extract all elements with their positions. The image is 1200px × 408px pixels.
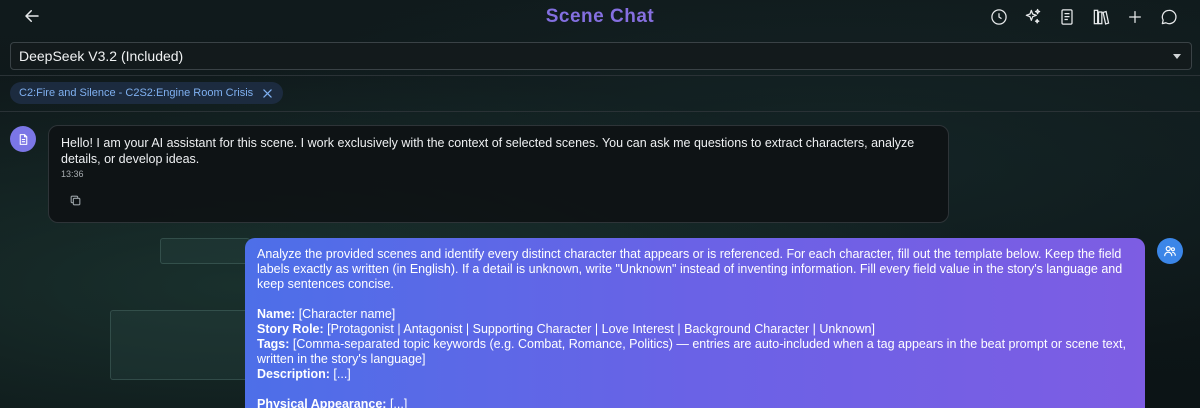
template-field: Description: [...] (257, 367, 1133, 382)
new-chat-button[interactable] (1122, 4, 1148, 30)
ai-message: Hello! I am your AI assistant for this s… (48, 125, 949, 223)
field-label: Name: (257, 307, 296, 321)
ai-avatar (10, 126, 36, 152)
plus-icon (1129, 11, 1141, 23)
user-message: Analyze the provided scenes and identify… (245, 238, 1145, 408)
arrow-left-icon (25, 10, 39, 22)
template-field: Physical Appearance: [...] (257, 397, 1133, 408)
scene-chip-label: C2:Fire and Silence - C2S2:Engine Room C… (19, 87, 254, 99)
chat-bubble-icon (1161, 9, 1177, 25)
chip-remove-button[interactable] (261, 87, 273, 99)
model-select-value: DeepSeek V3.2 (Included) (19, 48, 184, 64)
header-toolbar (986, 4, 1182, 30)
field-label: Tags: (257, 337, 290, 351)
field-value: [Protagonist | Antagonist | Supporting C… (323, 322, 875, 336)
field-label: Physical Appearance: (257, 397, 387, 408)
background-panel (160, 238, 250, 264)
divider (0, 111, 1200, 112)
field-value: [...] (386, 397, 408, 408)
document-icon (19, 133, 27, 145)
field-value: [...] (329, 367, 351, 381)
scene-chip: C2:Fire and Silence - C2S2:Engine Room C… (10, 82, 284, 104)
users-icon (1164, 246, 1176, 257)
field-label: Story Role: (257, 322, 324, 336)
sparkles-icon (1025, 8, 1041, 24)
message-timestamp: 13:36 (61, 169, 84, 179)
document-icon (1061, 9, 1073, 25)
template-field: Name: [Character name] (257, 307, 1133, 322)
history-button[interactable] (986, 4, 1012, 30)
caret-down-icon (1173, 54, 1181, 59)
close-icon (262, 88, 272, 98)
sparkles-button[interactable] (1020, 4, 1046, 30)
template-field: Story Role: [Protagonist | Antagonist | … (257, 322, 1133, 337)
user-avatar (1157, 238, 1183, 264)
notes-button[interactable] (1054, 4, 1080, 30)
top-bar: Scene Chat (0, 0, 1200, 34)
copy-button[interactable] (69, 194, 83, 208)
copy-icon (70, 195, 81, 206)
model-select[interactable]: DeepSeek V3.2 (Included) (10, 42, 1192, 70)
field-value: [Comma-separated topic keywords (e.g. Co… (257, 337, 1126, 366)
field-value: [Character name] (295, 307, 396, 321)
ai-message-text: Hello! I am your AI assistant for this s… (61, 136, 915, 166)
library-icon (1093, 9, 1110, 25)
history-icon (991, 9, 1007, 25)
library-button[interactable] (1088, 4, 1114, 30)
divider (0, 75, 1200, 76)
chat-button[interactable] (1156, 4, 1182, 30)
field-label: Description: (257, 367, 330, 381)
user-message-intro: Analyze the provided scenes and identify… (257, 247, 1123, 291)
background-panel (110, 310, 250, 380)
back-button[interactable] (20, 4, 44, 28)
template-field: Tags: [Comma-separated topic keywords (e… (257, 337, 1133, 367)
